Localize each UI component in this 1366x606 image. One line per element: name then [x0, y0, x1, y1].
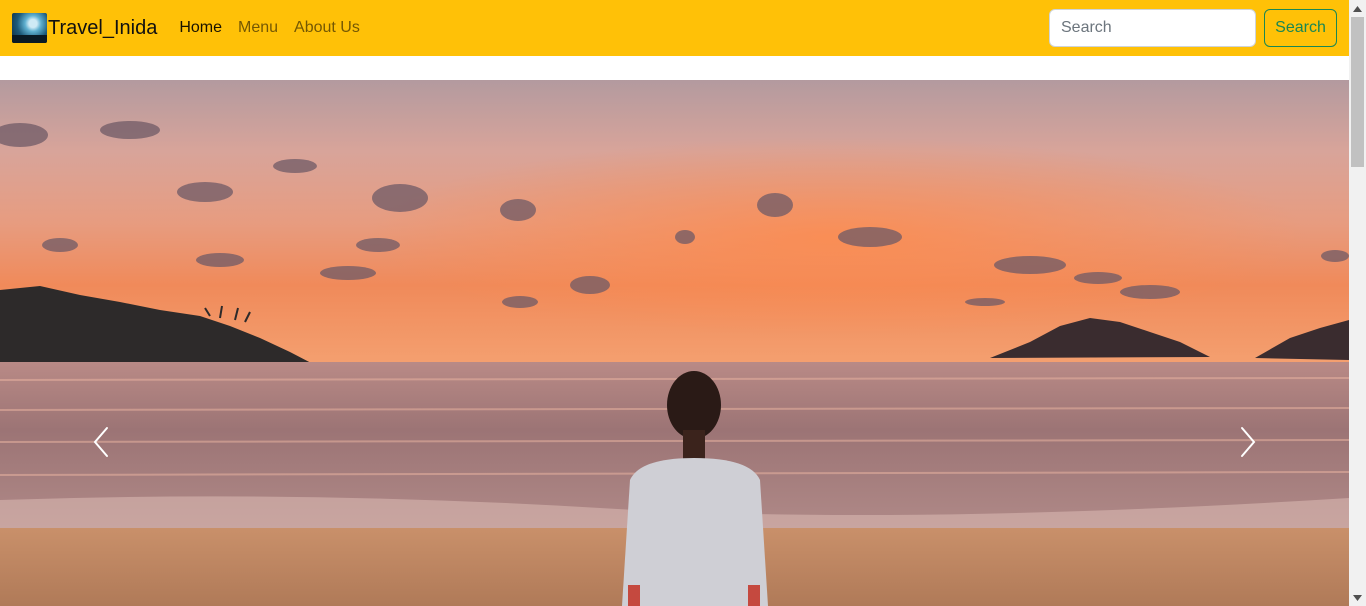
- search-input[interactable]: [1049, 9, 1256, 47]
- page: Travel_Inida Home Menu About Us Search: [0, 0, 1366, 606]
- carousel-prev-button[interactable]: [86, 422, 116, 462]
- nav-link-home[interactable]: Home: [171, 19, 230, 37]
- carousel: [0, 80, 1349, 606]
- nav-link-about-us[interactable]: About Us: [286, 19, 368, 37]
- scroll-up-arrow-icon[interactable]: [1349, 0, 1366, 17]
- nav-links: Home Menu About Us: [171, 19, 368, 37]
- search-button[interactable]: Search: [1264, 9, 1337, 47]
- carousel-next-button[interactable]: [1233, 422, 1263, 462]
- sunset-beach-photo: [0, 80, 1349, 606]
- brand-link[interactable]: Travel_Inida: [12, 13, 157, 43]
- nav-link-menu[interactable]: Menu: [230, 19, 286, 37]
- chevron-right-icon: [1241, 427, 1256, 457]
- navbar: Travel_Inida Home Menu About Us Search: [0, 0, 1349, 56]
- scroll-down-arrow-icon[interactable]: [1349, 589, 1366, 606]
- scrollbar-thumb[interactable]: [1351, 17, 1364, 167]
- brand-logo-icon: [12, 13, 47, 43]
- page-scrollbar[interactable]: [1349, 0, 1366, 606]
- brand-name: Travel_Inida: [48, 16, 158, 39]
- chevron-left-icon: [93, 427, 108, 457]
- search-form: Search: [1049, 9, 1337, 47]
